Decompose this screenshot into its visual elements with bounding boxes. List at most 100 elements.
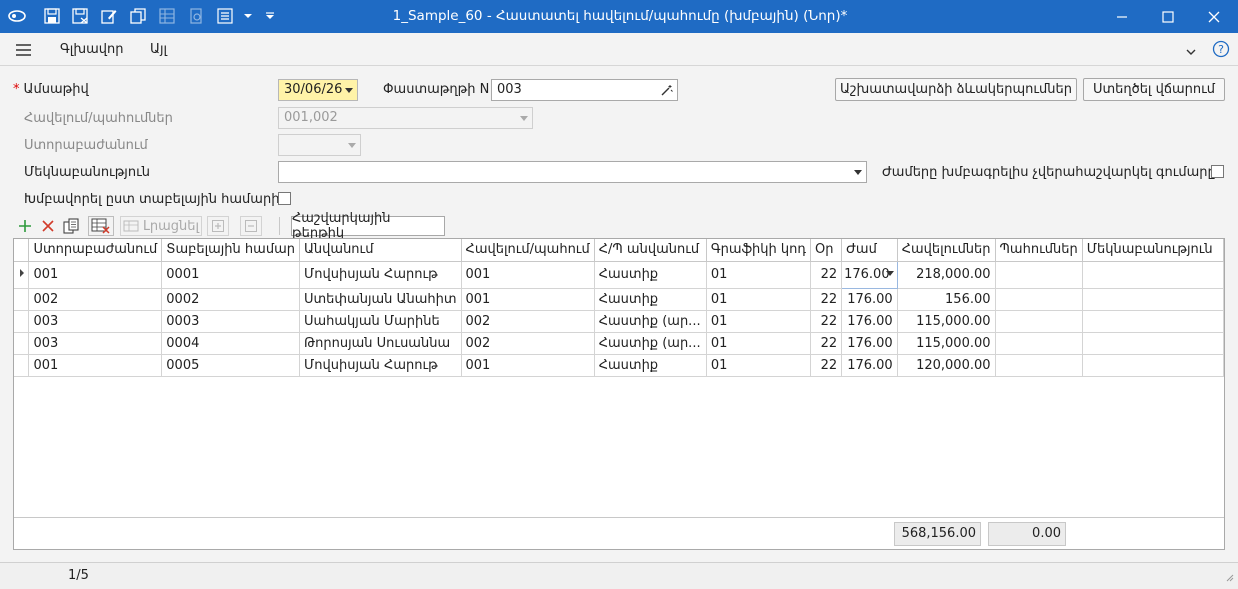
cell-additions[interactable]: 115,000.00 [897, 332, 996, 355]
cell-hours[interactable]: 176.00 [841, 332, 898, 355]
cell-days[interactable]: 22 [810, 288, 843, 311]
group-checkbox[interactable] [278, 192, 291, 205]
cell-additions[interactable]: 115,000.00 [897, 310, 996, 333]
table-row[interactable]: 003 0003 Սահակյան Մարինե 002 Հաստիք (ար.… [14, 310, 1225, 333]
cell-addition-name[interactable]: Հաստիք (ար... [594, 310, 707, 333]
cell-subdivision[interactable]: 001 [28, 354, 163, 377]
additions-dropdown-icon[interactable] [520, 116, 528, 121]
table-icon[interactable] [157, 6, 177, 26]
minimize-icon[interactable] [1099, 0, 1145, 33]
menu-main[interactable]: Գլխավոր [60, 42, 123, 57]
comment-dropdown-icon[interactable] [854, 170, 862, 175]
cell-name[interactable]: Մովսիսյան Հարութ [299, 261, 462, 289]
cell-tab-number[interactable]: 0003 [161, 310, 300, 333]
cell-additions[interactable]: 156.00 [897, 288, 996, 311]
help-icon[interactable]: ? [1212, 40, 1230, 62]
col-header-schedule-code[interactable]: Գրաֆիկի կոդ [706, 239, 812, 262]
cell-comment[interactable] [1082, 310, 1225, 333]
cell-name[interactable]: Մովսիսյան Հարութ [299, 354, 462, 377]
cell-comment[interactable] [1082, 261, 1225, 289]
cell-days[interactable]: 22 [810, 310, 843, 333]
cell-addition-code[interactable]: 002 [461, 332, 595, 355]
cell-deductions[interactable] [995, 310, 1083, 333]
table-row[interactable]: 001 0005 Մովսիսյան Հարութ 001 Հաստիք 01 … [14, 354, 1225, 377]
cell-name[interactable]: Թորոսյան Սուսաննա [299, 332, 462, 355]
cell-tab-number[interactable]: 0004 [161, 332, 300, 355]
cell-tab-number[interactable]: 0002 [161, 288, 300, 311]
menu-other[interactable]: Այլ [150, 42, 167, 57]
additions-select[interactable]: 001,002 [278, 107, 533, 129]
col-header-days[interactable]: Օր [810, 239, 843, 262]
workplace-settings-button[interactable]: Աշխատավարձի ձևակերպումներ [835, 78, 1077, 101]
cell-addition-code[interactable]: 001 [461, 288, 595, 311]
cell-days[interactable]: 22 [810, 261, 843, 289]
cell-hours-editing[interactable]: 176.00 [841, 260, 898, 289]
cell-tab-number[interactable]: 0005 [161, 354, 300, 377]
cell-addition-name[interactable]: Հաստիք (ար... [594, 332, 707, 355]
copy-row-icon[interactable] [62, 216, 80, 236]
cell-name[interactable]: Սահակյան Մարինե [299, 310, 462, 333]
cell-schedule-code[interactable]: 01 [706, 310, 812, 333]
col-header-hours[interactable]: Ժամ [841, 239, 898, 262]
col-header-deductions[interactable]: Պահումներ [995, 239, 1083, 262]
col-header-addition-name[interactable]: Հ/Պ անվանում [594, 239, 707, 262]
cell-comment[interactable] [1082, 354, 1225, 377]
col-header-tab-number[interactable]: Տաբելային համար [161, 239, 300, 262]
save-icon[interactable] [42, 6, 62, 26]
table-row[interactable]: 001 0001 Մովսիսյան Հարութ 001 Հաստիք 01 … [14, 260, 1225, 289]
col-header-subdivision[interactable]: Ստորաբաժանում [28, 239, 163, 262]
cell-subdivision[interactable]: 001 [28, 261, 163, 289]
cell-hours[interactable]: 176.00 [841, 310, 898, 333]
cell-subdivision[interactable]: 002 [28, 288, 163, 311]
cell-addition-name[interactable]: Հաստիք [594, 354, 707, 377]
col-header-addition-code[interactable]: Հավելում/պահում [461, 239, 595, 262]
add-row-icon[interactable] [16, 216, 34, 236]
hamburger-menu-icon[interactable] [16, 44, 31, 60]
comment-select[interactable] [278, 161, 867, 183]
cell-hours[interactable]: 176.00 [841, 354, 898, 377]
cell-additions[interactable]: 120,000.00 [897, 354, 996, 377]
cell-hours[interactable]: 176.00 [841, 288, 898, 311]
cell-name[interactable]: Ստեփանյան Անահիտ [299, 288, 462, 311]
cell-days[interactable]: 22 [810, 332, 843, 355]
cell-schedule-code[interactable]: 01 [706, 354, 812, 377]
table-row[interactable]: 002 0002 Ստեփանյան Անահիտ 001 Հաստիք 01 … [14, 288, 1225, 311]
cell-tab-number[interactable]: 0001 [161, 261, 300, 289]
cell-addition-code[interactable]: 001 [461, 354, 595, 377]
cell-days[interactable]: 22 [810, 354, 843, 377]
cell-addition-name[interactable]: Հաստիք [594, 288, 707, 311]
col-header-additions[interactable]: Հավելումներ [897, 239, 996, 262]
create-payment-button[interactable]: Ստեղծել վճարում [1083, 78, 1225, 101]
cell-schedule-code[interactable]: 01 [706, 261, 812, 289]
cell-addition-name[interactable]: Հաստիք [594, 261, 707, 289]
cell-additions[interactable]: 218,000.00 [897, 261, 996, 289]
resize-grip-icon[interactable] [1226, 571, 1234, 586]
table-row[interactable]: 003 0004 Թորոսյան Սուսաննա 002 Հաստիք (ա… [14, 332, 1225, 355]
cell-comment[interactable] [1082, 332, 1225, 355]
clear-table-icon[interactable] [88, 216, 114, 236]
maximize-icon[interactable] [1145, 0, 1191, 33]
expand-icon[interactable] [207, 216, 229, 236]
cell-addition-code[interactable]: 002 [461, 310, 595, 333]
subdivision-select[interactable] [278, 134, 361, 156]
cell-schedule-code[interactable]: 01 [706, 288, 812, 311]
cell-deductions[interactable] [995, 332, 1083, 355]
cell-addition-code[interactable]: 001 [461, 261, 595, 289]
cell-subdivision[interactable]: 003 [28, 332, 163, 355]
hours-dropdown-icon[interactable] [885, 270, 894, 276]
doc-no-input[interactable]: 003 [491, 79, 678, 101]
chevron-down-icon[interactable] [238, 6, 258, 26]
subdivision-dropdown-icon[interactable] [348, 143, 356, 148]
col-header-comment[interactable]: Մեկնաբանություն [1082, 239, 1225, 262]
cell-deductions[interactable] [995, 261, 1083, 289]
magic-wand-icon[interactable] [661, 83, 673, 103]
save-and-close-icon[interactable] [70, 6, 90, 26]
copy-doc-icon[interactable] [128, 6, 148, 26]
cell-schedule-code[interactable]: 01 [706, 332, 812, 355]
cell-deductions[interactable] [995, 288, 1083, 311]
no-recalc-checkbox[interactable] [1211, 165, 1224, 178]
date-field[interactable]: 30/06/26 [278, 79, 358, 101]
list-settings-icon[interactable] [215, 6, 235, 26]
col-header-name[interactable]: Անվանում [299, 239, 462, 262]
calc-sheet-button[interactable]: Հաշվարկային թերթիկ [291, 211, 445, 241]
